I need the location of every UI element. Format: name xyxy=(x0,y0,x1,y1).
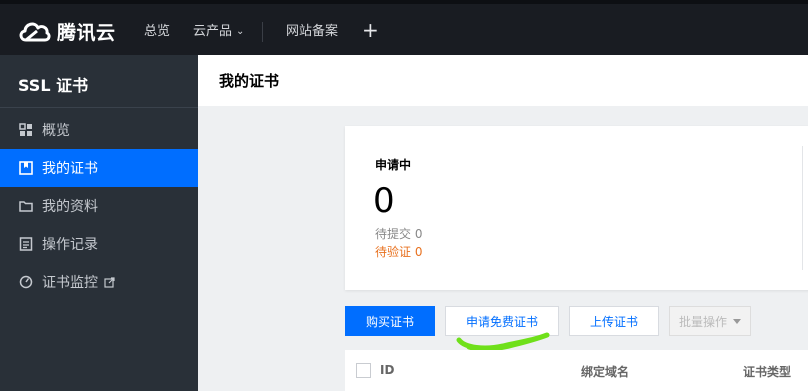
column-bound-domain[interactable]: 绑定域名 xyxy=(581,363,629,380)
caret-down-icon xyxy=(733,318,741,324)
upload-certificate-button[interactable]: 上传证书 xyxy=(569,306,659,336)
column-id[interactable]: ID xyxy=(380,363,394,377)
top-navbar: 腾讯云 总览 云产品 ⌄ 网站备案 + xyxy=(0,0,808,55)
sidebar-item-label: 我的资料 xyxy=(42,199,98,215)
sidebar-item-my-profile[interactable]: 我的资料 xyxy=(0,187,198,225)
nav-products[interactable]: 云产品 ⌄ xyxy=(193,24,244,41)
sidebar-item-label: 证书监控 xyxy=(42,275,98,291)
folder-icon xyxy=(18,198,34,214)
select-all-checkbox[interactable] xyxy=(356,363,371,378)
chevron-down-icon: ⌄ xyxy=(236,26,245,37)
sidebar-item-overview[interactable]: 概览 xyxy=(0,111,198,149)
sidebar: SSL 证书 概览 我的证书 我的资料 操作记录 证书监控 xyxy=(0,55,198,391)
card-divider xyxy=(802,146,803,270)
pending-verify-count[interactable]: 待验证 0 xyxy=(375,243,422,260)
sidebar-item-cert-monitor[interactable]: 证书监控 xyxy=(0,263,198,301)
nav-overview[interactable]: 总览 xyxy=(144,24,170,40)
nav-divider xyxy=(262,22,263,42)
nav-products-label: 云产品 xyxy=(193,24,233,39)
sidebar-title: SSL 证书 xyxy=(18,76,89,95)
applying-count: 0 xyxy=(373,181,395,221)
certificate-icon xyxy=(18,160,34,176)
pending-submit-count[interactable]: 待提交 0 xyxy=(375,225,422,242)
buy-certificate-button[interactable]: 购买证书 xyxy=(345,306,435,336)
sidebar-item-operation-log[interactable]: 操作记录 xyxy=(0,225,198,263)
batch-operation-dropdown[interactable]: 批量操作 xyxy=(669,306,751,336)
status-card: 申请中 0 待提交 0 待验证 0 xyxy=(345,126,808,290)
sidebar-item-label: 概览 xyxy=(42,123,70,139)
external-link-icon xyxy=(104,276,115,288)
card-title: 申请中 xyxy=(375,158,412,172)
page-title: 我的证书 xyxy=(219,72,280,90)
brand-logo[interactable]: 腾讯云 xyxy=(17,16,116,46)
gauge-icon xyxy=(18,274,34,290)
list-icon xyxy=(18,236,34,252)
batch-operation-label: 批量操作 xyxy=(678,314,727,329)
sidebar-item-label: 操作记录 xyxy=(42,237,98,253)
plus-icon[interactable]: + xyxy=(362,19,379,41)
column-certificate-type[interactable]: 证书类型 xyxy=(743,363,791,380)
cloud-logo-icon xyxy=(19,22,51,42)
sidebar-divider xyxy=(0,107,198,108)
brand-name: 腾讯云 xyxy=(57,21,116,44)
nav-icp-filing[interactable]: 网站备案 xyxy=(286,24,338,40)
sidebar-item-my-certificates[interactable]: 我的证书 xyxy=(0,149,198,187)
grid-icon xyxy=(18,122,34,138)
page-header: 我的证书 xyxy=(198,55,808,106)
sidebar-item-label: 我的证书 xyxy=(42,161,98,177)
certificate-table-header: ID 绑定域名 证书类型 xyxy=(345,350,808,391)
